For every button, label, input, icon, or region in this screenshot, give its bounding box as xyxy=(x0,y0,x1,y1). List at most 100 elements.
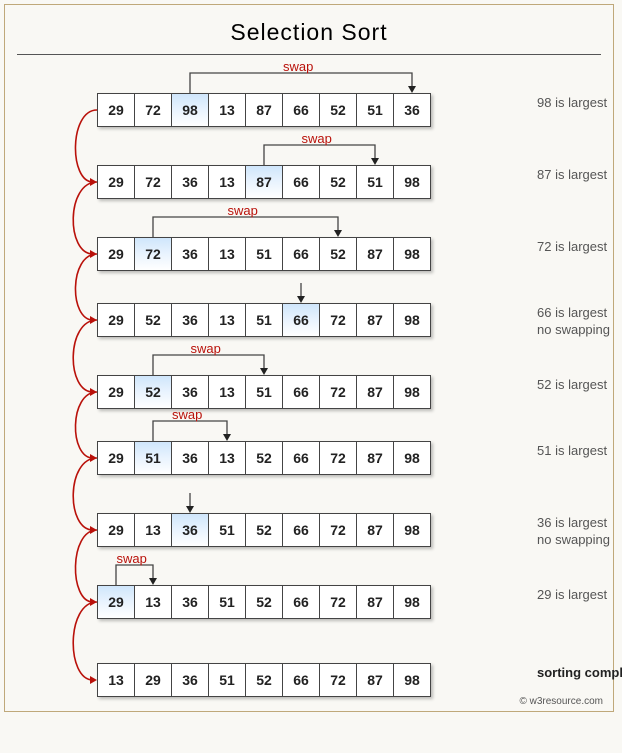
row-note: sorting completed xyxy=(537,665,622,682)
array-cell: 36 xyxy=(171,585,209,619)
swap-arrow xyxy=(97,489,440,515)
array-cell: 13 xyxy=(97,663,135,697)
array-cell: 52 xyxy=(134,303,172,337)
array-cell: 51 xyxy=(208,513,246,547)
swap-arrow xyxy=(97,69,440,95)
array-cell: 72 xyxy=(134,237,172,271)
swap-arrow xyxy=(97,561,440,587)
array-cell: 13 xyxy=(134,513,172,547)
row-note: 98 is largest xyxy=(537,95,622,112)
array-row: 29523613516672879866 is largest no swapp… xyxy=(97,303,607,337)
swap-arrow xyxy=(97,417,440,443)
array-cell: 87 xyxy=(356,303,394,337)
array-cell: 51 xyxy=(356,165,394,199)
array-cell: 72 xyxy=(319,513,357,547)
array-cell: 52 xyxy=(245,585,283,619)
array-cells: 291336515266728798 xyxy=(97,513,431,547)
array-cell: 13 xyxy=(208,441,246,475)
array-cell: 29 xyxy=(134,663,172,697)
array-cell: 13 xyxy=(208,165,246,199)
row-note: 36 is largest no swapping xyxy=(537,515,622,549)
swap-label: swap xyxy=(191,341,221,356)
swap-label: swap xyxy=(172,407,202,422)
array-cell: 51 xyxy=(134,441,172,475)
diagram-container: Selection Sort 29729813876652513698 is l… xyxy=(4,4,614,712)
array-cell: 72 xyxy=(319,663,357,697)
swap-arrow xyxy=(97,141,440,167)
array-cells: 297298138766525136 xyxy=(97,93,431,127)
array-cell: 13 xyxy=(208,375,246,409)
array-cell: 36 xyxy=(171,165,209,199)
array-row: 29723613516652879872 is largest xyxy=(97,237,607,271)
swap-arrow xyxy=(97,351,440,377)
array-cell: 98 xyxy=(393,441,431,475)
row-note: 52 is largest xyxy=(537,377,622,394)
array-cell: 72 xyxy=(319,441,357,475)
array-cell: 98 xyxy=(393,303,431,337)
title-divider xyxy=(17,54,601,55)
diagram-body: 29729813876652513698 is largestswap29723… xyxy=(17,57,601,705)
row-note: 66 is largest no swapping xyxy=(537,305,622,339)
array-cells: 295236135166728798 xyxy=(97,375,431,409)
swap-label: swap xyxy=(302,131,332,146)
array-cell: 66 xyxy=(282,93,320,127)
array-row: 29729813876652513698 is largest xyxy=(97,93,607,127)
array-row: 132936515266728798sorting completed xyxy=(97,663,607,697)
swap-arrow xyxy=(97,213,440,239)
flow-arrows xyxy=(17,57,107,717)
swap-label: swap xyxy=(117,551,147,566)
array-cell: 36 xyxy=(171,375,209,409)
swap-label: swap xyxy=(228,203,258,218)
array-cell: 72 xyxy=(319,375,357,409)
array-cell: 87 xyxy=(245,165,283,199)
array-cell: 66 xyxy=(282,663,320,697)
array-cell: 29 xyxy=(97,513,135,547)
array-cells: 132936515266728798 xyxy=(97,663,431,697)
array-cells: 297236138766525198 xyxy=(97,165,431,199)
array-cell: 87 xyxy=(356,663,394,697)
array-cell: 87 xyxy=(356,441,394,475)
array-cell: 51 xyxy=(245,237,283,271)
array-cell: 51 xyxy=(208,585,246,619)
array-cell: 13 xyxy=(134,585,172,619)
array-cell: 36 xyxy=(171,663,209,697)
array-cells: 295136135266728798 xyxy=(97,441,431,475)
array-cell: 52 xyxy=(245,513,283,547)
row-note: 87 is largest xyxy=(537,167,622,184)
array-cell: 66 xyxy=(282,303,320,337)
array-cell: 52 xyxy=(134,375,172,409)
array-cell: 29 xyxy=(97,93,135,127)
array-cell: 87 xyxy=(356,585,394,619)
array-cell: 29 xyxy=(97,375,135,409)
array-cell: 36 xyxy=(171,441,209,475)
row-note: 51 is largest xyxy=(537,443,622,460)
array-cell: 72 xyxy=(319,303,357,337)
array-cell: 98 xyxy=(393,585,431,619)
array-cell: 87 xyxy=(356,237,394,271)
array-cell: 51 xyxy=(245,303,283,337)
array-cell: 36 xyxy=(171,237,209,271)
array-cell: 72 xyxy=(134,93,172,127)
row-note: 72 is largest xyxy=(537,239,622,256)
array-row: 29723613876652519887 is largest xyxy=(97,165,607,199)
array-cell: 51 xyxy=(356,93,394,127)
array-cell: 98 xyxy=(393,165,431,199)
swap-arrow xyxy=(97,279,440,305)
array-cell: 72 xyxy=(134,165,172,199)
array-cell: 52 xyxy=(319,165,357,199)
array-cell: 66 xyxy=(282,165,320,199)
array-cells: 295236135166728798 xyxy=(97,303,431,337)
array-cells: 291336515266728798 xyxy=(97,585,431,619)
array-cell: 36 xyxy=(393,93,431,127)
array-cell: 66 xyxy=(282,585,320,619)
array-cell: 87 xyxy=(356,375,394,409)
array-cell: 36 xyxy=(171,303,209,337)
array-cell: 66 xyxy=(282,375,320,409)
array-cell: 98 xyxy=(393,513,431,547)
credit-text: © w3resource.com xyxy=(519,696,603,707)
array-cell: 51 xyxy=(208,663,246,697)
array-row: 29133651526672879836 is largest no swapp… xyxy=(97,513,607,547)
array-cell: 52 xyxy=(319,93,357,127)
array-cell: 13 xyxy=(208,93,246,127)
array-cell: 87 xyxy=(245,93,283,127)
